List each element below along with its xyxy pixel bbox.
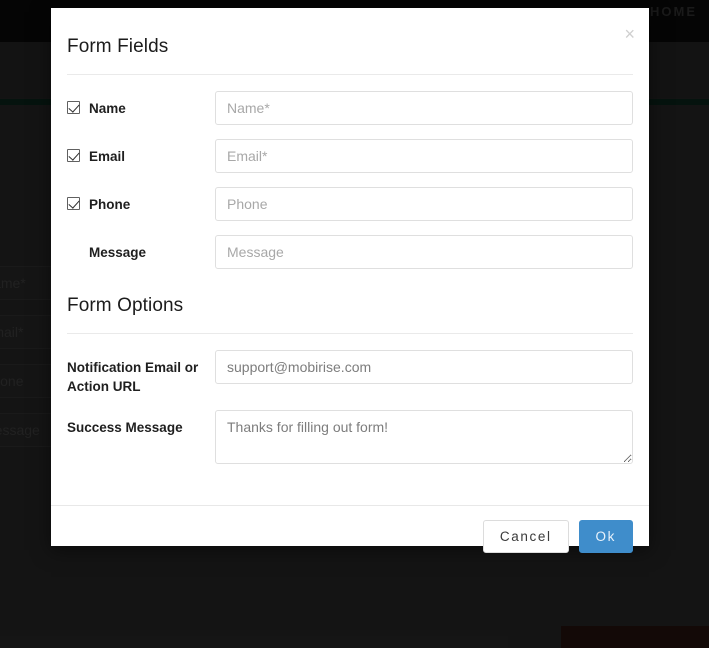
form-field-input-cell-message [215,235,633,269]
form-fields-heading: Form Fields [67,36,169,57]
form-option-row-success: Success Message [67,410,633,469]
input-email[interactable] [215,139,633,173]
label-name: Name [89,101,126,116]
form-option-input-cell-success [215,410,633,469]
textarea-success-message[interactable] [215,410,633,465]
form-settings-modal: × Form Fields Name Email [51,8,649,554]
label-success-message: Success Message [67,420,183,436]
form-option-input-cell-notification [215,350,633,384]
form-options-heading: Form Options [67,295,184,316]
form-field-input-cell-email [215,139,633,173]
checkbox-phone[interactable] [67,197,80,210]
form-field-row-email: Email [67,139,633,173]
form-options-divider [67,333,633,334]
label-email: Email [89,149,126,164]
input-notification-email[interactable] [215,350,633,384]
form-field-label-cell-message: Message [67,235,215,263]
form-option-label-cell-success: Success Message [67,410,215,438]
form-field-label-cell-phone: Phone [67,187,215,215]
form-option-row-notification: Notification Email or Action URL [67,350,633,396]
modal-footer: Cancel Ok [51,505,649,567]
label-message: Message [89,245,147,260]
close-icon[interactable]: × [624,25,635,43]
ok-button[interactable]: Ok [578,520,633,554]
form-field-row-name: Name [67,91,633,125]
form-field-row-message: Message [67,235,633,269]
form-field-input-cell-name [215,91,633,125]
cancel-button[interactable]: Cancel [482,520,569,554]
input-phone[interactable] [215,187,633,221]
form-field-label-cell-email: Email [67,139,215,167]
label-notification-email: Notification Email or Action URL [67,360,199,394]
form-field-label-cell-name: Name [67,91,215,119]
label-phone: Phone [89,197,131,212]
form-option-label-cell-notification: Notification Email or Action URL [67,350,215,396]
checkbox-name[interactable] [67,101,80,114]
form-fields-divider [67,74,633,75]
input-name[interactable] [215,91,633,125]
modal-body: Form Fields Name Email [51,8,649,483]
checkbox-email[interactable] [67,149,80,162]
form-field-input-cell-phone [215,187,633,221]
input-message[interactable] [215,235,633,269]
form-field-row-phone: Phone [67,187,633,221]
